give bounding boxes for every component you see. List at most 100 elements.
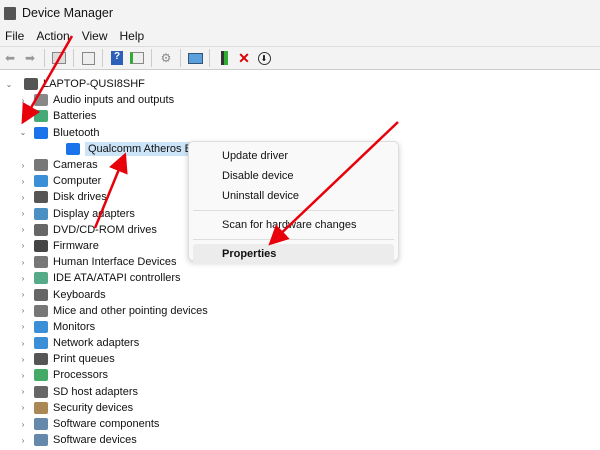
- menu-view[interactable]: View: [76, 29, 114, 43]
- device-manager-icon: [4, 6, 16, 20]
- tree-item[interactable]: › Print queues: [0, 351, 600, 367]
- update-driver-icon[interactable]: ⚙: [158, 50, 174, 66]
- chevron-right-icon[interactable]: ›: [18, 274, 28, 283]
- menu-bar: File Action View Help: [0, 26, 600, 46]
- menu-item-update-driver[interactable]: Update driver: [189, 146, 398, 166]
- chevron-right-icon[interactable]: ›: [18, 193, 28, 202]
- chevron-right-icon[interactable]: ›: [18, 339, 28, 348]
- title-bar: Device Manager: [0, 0, 600, 26]
- chevron-right-icon[interactable]: ›: [18, 322, 28, 331]
- menu-action[interactable]: Action: [30, 29, 75, 43]
- device-icon: [34, 207, 48, 220]
- device-icon: [34, 434, 48, 447]
- chevron-right-icon[interactable]: ›: [18, 177, 28, 186]
- toolbar-separator: [44, 49, 45, 67]
- chevron-right-icon[interactable]: ›: [18, 209, 28, 218]
- device-icon: [34, 191, 48, 204]
- tree-item-label: Software components: [53, 418, 160, 431]
- tree-item-label: Cameras: [53, 159, 98, 172]
- toolbar-separator: [209, 49, 210, 67]
- chevron-down-icon[interactable]: ⌄: [4, 80, 14, 89]
- device-icon: [34, 304, 48, 317]
- menu-item-scan-hardware[interactable]: Scan for hardware changes: [189, 215, 398, 235]
- tree-item[interactable]: › Software devices: [0, 432, 600, 448]
- device-icon: [34, 401, 48, 414]
- tree-item-label: Human Interface Devices: [53, 256, 177, 269]
- tree-item-label: Software devices: [53, 434, 137, 447]
- chevron-right-icon[interactable]: ›: [18, 161, 28, 170]
- toolbar-separator: [102, 49, 103, 67]
- chevron-right-icon[interactable]: ›: [18, 241, 28, 250]
- device-icon: [34, 369, 48, 382]
- menu-item-uninstall-device[interactable]: Uninstall device: [189, 186, 398, 206]
- chevron-right-icon[interactable]: ›: [18, 355, 28, 364]
- root-label: LAPTOP-QUSI8SHF: [43, 78, 145, 91]
- tree-item[interactable]: › Monitors: [0, 319, 600, 335]
- chevron-right-icon[interactable]: ›: [18, 371, 28, 380]
- run-icon[interactable]: [129, 50, 145, 66]
- tree-item[interactable]: › Batteries: [0, 108, 600, 124]
- back-icon[interactable]: ⬅: [2, 50, 18, 66]
- menu-file[interactable]: File: [0, 29, 30, 43]
- chevron-right-icon[interactable]: ›: [18, 290, 28, 299]
- chevron-right-icon[interactable]: ›: [18, 403, 28, 412]
- add-legacy-icon[interactable]: [216, 50, 232, 66]
- tree-item-label: Firmware: [53, 239, 99, 252]
- tree-item-label: Bluetooth: [53, 126, 100, 139]
- show-hide-console-tree-icon[interactable]: [51, 50, 67, 66]
- tree-item-label: Print queues: [53, 353, 115, 366]
- chevron-right-icon[interactable]: ›: [18, 225, 28, 234]
- device-icon: [34, 175, 48, 188]
- tree-item[interactable]: › SD host adapters: [0, 384, 600, 400]
- chevron-right-icon[interactable]: ›: [18, 96, 28, 105]
- chevron-down-icon[interactable]: ⌄: [18, 128, 28, 137]
- device-icon: [34, 239, 48, 252]
- tree-item-label: Audio inputs and outputs: [53, 94, 175, 107]
- menu-item-disable-device[interactable]: Disable device: [189, 166, 398, 186]
- device-icon: [34, 223, 48, 236]
- device-icon: [34, 320, 48, 333]
- tree-item-label: Display adapters: [53, 207, 135, 220]
- computer-icon: [24, 78, 38, 91]
- tree-item[interactable]: › Mice and other pointing devices: [0, 303, 600, 319]
- tree-item[interactable]: › Security devices: [0, 400, 600, 416]
- device-icon: [34, 385, 48, 398]
- menu-help[interactable]: Help: [114, 29, 151, 43]
- device-icon: [34, 353, 48, 366]
- tree-item[interactable]: › Keyboards: [0, 286, 600, 302]
- toolbar-separator: [180, 49, 181, 67]
- chevron-right-icon[interactable]: ›: [18, 436, 28, 445]
- tree-item[interactable]: › IDE ATA/ATAPI controllers: [0, 270, 600, 286]
- chevron-right-icon[interactable]: ›: [18, 306, 28, 315]
- chevron-right-icon[interactable]: ›: [18, 112, 28, 121]
- uninstall-icon[interactable]: ✕: [236, 50, 252, 66]
- properties-icon[interactable]: [80, 50, 96, 66]
- tree-item[interactable]: › Software components: [0, 416, 600, 432]
- menu-item-properties[interactable]: Properties: [193, 244, 394, 264]
- window-title: Device Manager: [22, 6, 114, 20]
- tree-item-label: Monitors: [53, 320, 96, 333]
- forward-icon[interactable]: ➡: [22, 50, 38, 66]
- help-icon[interactable]: ?: [109, 50, 125, 66]
- chevron-right-icon[interactable]: ›: [18, 258, 28, 267]
- tree-item[interactable]: › Processors: [0, 367, 600, 383]
- tree-root[interactable]: ⌄ LAPTOP-QUSI8SHF: [0, 76, 600, 92]
- device-icon: [34, 94, 48, 107]
- tree-item[interactable]: › Network adapters: [0, 335, 600, 351]
- tree-item[interactable]: › Audio inputs and outputs: [0, 92, 600, 108]
- device-icon: [34, 272, 48, 285]
- tree-item-label: IDE ATA/ATAPI controllers: [53, 272, 181, 285]
- chevron-right-icon[interactable]: ›: [18, 387, 28, 396]
- tree-item-label: SD host adapters: [53, 385, 138, 398]
- disable-icon[interactable]: ⬇: [256, 50, 272, 66]
- device-icon: [34, 159, 48, 172]
- tree-item-label: Computer: [53, 175, 102, 188]
- tree-item-label: DVD/CD-ROM drives: [53, 223, 157, 236]
- device-icon: [34, 126, 48, 139]
- scan-hardware-icon[interactable]: [187, 50, 203, 66]
- tree-item-label: Batteries: [53, 110, 97, 123]
- tree-item[interactable]: ⌄ Bluetooth: [0, 125, 600, 141]
- chevron-right-icon[interactable]: ›: [18, 420, 28, 429]
- menu-separator: [193, 239, 394, 240]
- toolbar-separator: [151, 49, 152, 67]
